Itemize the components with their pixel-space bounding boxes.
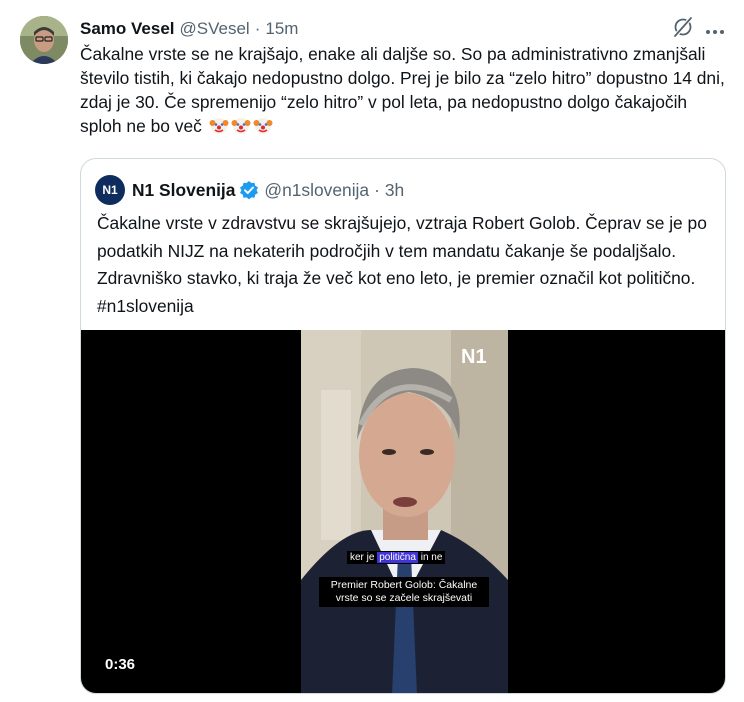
separator: ·	[254, 19, 261, 38]
clown-emoji-icon	[209, 118, 229, 134]
subtitle-highlight: politična	[377, 552, 418, 563]
quoted-author-handle[interactable]: @n1slovenija	[264, 180, 369, 201]
logo-text: N1	[102, 183, 118, 197]
n1-logo-avatar[interactable]: N1	[95, 175, 125, 205]
separator: ·	[374, 179, 380, 200]
quoted-tweet-header: N1 N1 Slovenija @n1slovenija · 3h	[95, 175, 404, 205]
video-caption: Premier Robert Golob: Čakalne vrste so s…	[319, 577, 489, 607]
verified-badge-icon	[240, 181, 259, 200]
quoted-author-name[interactable]: N1 Slovenija	[132, 180, 235, 201]
clown-emoji-icon	[253, 118, 273, 134]
tweet-text: Čakalne vrste se ne krajšajo, enake ali …	[80, 42, 730, 138]
more-options-icon[interactable]	[705, 22, 725, 34]
quoted-tweet-card[interactable]: N1 N1 Slovenija @n1slovenija · 3h Čakaln…	[80, 158, 726, 694]
emoji-group	[209, 115, 273, 135]
tweet-body: Čakalne vrste se ne krajšajo, enake ali …	[80, 44, 725, 136]
subtitle-after: in ne	[417, 552, 443, 563]
subtitle-before: ker je	[350, 552, 378, 563]
clown-emoji-icon	[231, 118, 251, 134]
n1-watermark: N1	[461, 346, 487, 368]
tweet-header: Samo Vesel @SVesel · 15m	[80, 17, 298, 41]
grok-icon[interactable]	[672, 16, 694, 38]
video-player[interactable]: N1 ker je politična in ne Premier Robert…	[81, 330, 725, 693]
tweet-timestamp[interactable]: 15m	[265, 19, 298, 39]
video-frame: N1 ker je politična in ne Premier Robert…	[301, 330, 508, 693]
author-handle[interactable]: @SVesel	[180, 19, 250, 39]
quoted-tweet-timestamp[interactable]: 3h	[385, 180, 404, 201]
video-duration: 0:36	[105, 656, 136, 673]
video-subtitle: ker je politična in ne	[347, 551, 446, 564]
quoted-tweet-text: Čakalne vrste v zdravstvu se skrajšujejo…	[97, 213, 707, 316]
author-avatar[interactable]	[20, 16, 68, 64]
author-name[interactable]: Samo Vesel	[80, 19, 175, 39]
